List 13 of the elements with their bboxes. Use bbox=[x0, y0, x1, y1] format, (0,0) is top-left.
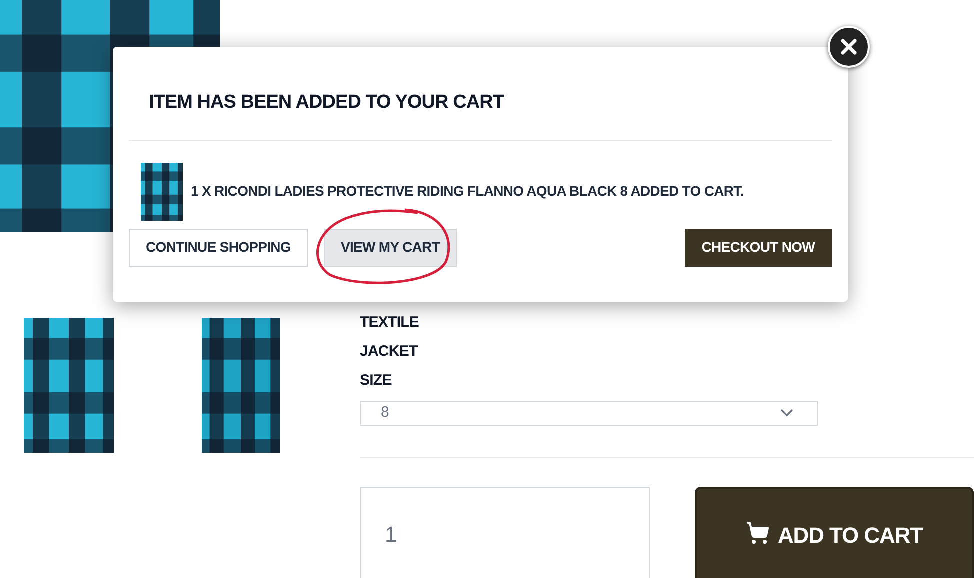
checkout-button[interactable]: CHECKOUT NOW bbox=[684, 228, 832, 266]
attribute-label: JACKET bbox=[360, 342, 419, 362]
attribute-label: TEXTILE bbox=[360, 313, 420, 333]
modal-title: ITEM HAS BEEN ADDED TO YOUR CART bbox=[149, 91, 506, 115]
view-cart-button[interactable]: VIEW MY CART bbox=[324, 228, 457, 266]
cart-icon bbox=[746, 520, 770, 544]
close-button[interactable] bbox=[828, 26, 870, 68]
size-label: SIZE bbox=[360, 371, 393, 391]
add-to-cart-button[interactable]: ADD TO CART bbox=[695, 486, 974, 578]
size-select[interactable]: 8 bbox=[360, 401, 818, 426]
continue-shopping-button[interactable]: CONTINUE SHOPPING bbox=[129, 228, 308, 266]
quantity-field[interactable]: 1 bbox=[360, 486, 650, 578]
cart-message: 1 X RICONDI LADIES PROTECTIVE RIDING FLANNO AQUA BLACK 8 ADDED TO CART. bbox=[191, 182, 744, 201]
